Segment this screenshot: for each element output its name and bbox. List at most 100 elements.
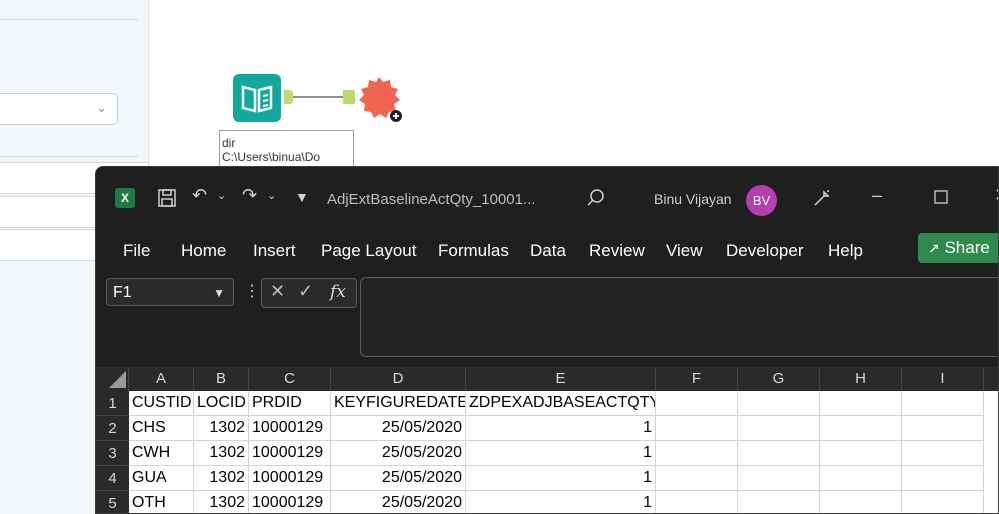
cell[interactable]: 1302 bbox=[194, 491, 249, 513]
avatar[interactable]: BV bbox=[746, 185, 777, 216]
redo-icon[interactable]: ↷ bbox=[242, 185, 257, 206]
cell[interactable] bbox=[820, 391, 902, 416]
cell[interactable]: CWH bbox=[129, 441, 194, 466]
cell[interactable] bbox=[738, 441, 820, 466]
cell[interactable] bbox=[738, 391, 820, 416]
search-icon[interactable] bbox=[586, 188, 606, 213]
cancel-icon[interactable]: ✕ bbox=[270, 281, 285, 302]
cell[interactable] bbox=[902, 441, 984, 466]
cell[interactable]: CUSTID bbox=[129, 391, 194, 416]
column-header[interactable]: I bbox=[902, 367, 984, 391]
undo-icon[interactable]: ↶ bbox=[192, 185, 207, 206]
column-header[interactable]: G bbox=[738, 367, 820, 391]
check-icon[interactable]: ✓ bbox=[298, 281, 313, 302]
column-header[interactable]: A bbox=[129, 367, 194, 391]
tab-developer[interactable]: Developer bbox=[726, 241, 804, 261]
row-header[interactable]: 1 bbox=[96, 391, 129, 416]
tab-data[interactable]: Data bbox=[530, 241, 566, 261]
cell[interactable] bbox=[820, 466, 902, 491]
cell[interactable]: 1 bbox=[466, 491, 656, 513]
input-anchor[interactable] bbox=[343, 90, 355, 104]
row-header[interactable]: 4 bbox=[96, 466, 129, 491]
cell[interactable]: 1 bbox=[466, 441, 656, 466]
cell[interactable]: PRDID bbox=[249, 391, 331, 416]
cell[interactable]: CHS bbox=[129, 416, 194, 441]
save-icon[interactable] bbox=[157, 188, 177, 213]
directory-tool-icon[interactable] bbox=[233, 74, 281, 122]
more-options-icon[interactable]: ⋮ bbox=[244, 281, 260, 301]
row-header[interactable]: 2 bbox=[96, 416, 129, 441]
cell[interactable]: 1302 bbox=[194, 416, 249, 441]
cell[interactable]: 10000129 bbox=[249, 491, 331, 513]
cell[interactable] bbox=[902, 416, 984, 441]
cell[interactable] bbox=[820, 491, 902, 513]
cell[interactable] bbox=[656, 391, 738, 416]
excel-window: X ↶ ⌄ ↷ ⌄ ▼ AdjExtBaselineActQty_10001..… bbox=[95, 166, 999, 514]
row-header[interactable]: 3 bbox=[96, 441, 129, 466]
minimize-icon[interactable]: – bbox=[872, 185, 882, 206]
column-header[interactable]: B bbox=[194, 367, 249, 391]
select-all-corner[interactable] bbox=[96, 367, 129, 391]
cell[interactable]: 10000129 bbox=[249, 466, 331, 491]
cell[interactable]: 25/05/2020 bbox=[331, 466, 466, 491]
cell[interactable]: ZDPEXADJBASEACTQTY bbox=[466, 391, 656, 416]
cell[interactable] bbox=[902, 466, 984, 491]
cell[interactable]: 1302 bbox=[194, 441, 249, 466]
cell[interactable] bbox=[656, 416, 738, 441]
cell[interactable]: OTH bbox=[129, 491, 194, 513]
cell[interactable]: 10000129 bbox=[249, 441, 331, 466]
cell[interactable] bbox=[738, 466, 820, 491]
close-icon[interactable]: ✕ bbox=[994, 185, 998, 206]
cell[interactable]: 1 bbox=[466, 466, 656, 491]
tab-insert[interactable]: Insert bbox=[253, 241, 296, 261]
designer-icon[interactable] bbox=[812, 188, 832, 213]
tab-file[interactable]: File bbox=[123, 241, 150, 261]
user-name[interactable]: Binu Vijayan bbox=[654, 191, 732, 207]
cell[interactable]: LOCID bbox=[194, 391, 249, 416]
cell[interactable]: 10000129 bbox=[249, 416, 331, 441]
chevron-down-icon[interactable]: ▼ bbox=[213, 279, 225, 307]
cell[interactable] bbox=[902, 491, 984, 513]
column-header[interactable]: E bbox=[466, 367, 656, 391]
cell[interactable]: 1302 bbox=[194, 466, 249, 491]
share-button[interactable]: ↗ Share bbox=[918, 233, 998, 263]
config-dropdown[interactable]: ⌄ bbox=[0, 93, 118, 125]
cell[interactable] bbox=[656, 466, 738, 491]
tab-home[interactable]: Home bbox=[181, 241, 226, 261]
column-header[interactable]: F bbox=[656, 367, 738, 391]
cell[interactable]: 25/05/2020 bbox=[331, 491, 466, 513]
tab-help[interactable]: Help bbox=[828, 241, 863, 261]
cell[interactable] bbox=[656, 441, 738, 466]
maximize-icon[interactable] bbox=[934, 188, 948, 209]
chevron-down-icon[interactable]: ⌄ bbox=[267, 189, 276, 202]
cell[interactable] bbox=[738, 491, 820, 513]
output-anchor[interactable] bbox=[284, 90, 293, 104]
row-header[interactable]: 5 bbox=[96, 491, 129, 513]
cell[interactable]: 1 bbox=[466, 416, 656, 441]
formula-input[interactable] bbox=[360, 277, 998, 357]
cell[interactable]: 25/05/2020 bbox=[331, 441, 466, 466]
tab-page-layout[interactable]: Page Layout bbox=[321, 241, 416, 261]
cell[interactable] bbox=[738, 416, 820, 441]
tab-view[interactable]: View bbox=[666, 241, 703, 261]
cell[interactable]: KEYFIGUREDATE bbox=[331, 391, 466, 416]
chevron-down-icon[interactable]: ⌄ bbox=[217, 189, 226, 202]
cell[interactable] bbox=[820, 441, 902, 466]
insert-function-button[interactable]: fx bbox=[330, 282, 346, 302]
document-title: AdjExtBaselineActQty_10001... bbox=[327, 191, 536, 208]
column-header[interactable]: C bbox=[249, 367, 331, 391]
name-box[interactable]: F1 ▼ bbox=[106, 278, 234, 306]
column-header[interactable]: D bbox=[331, 367, 466, 391]
cell[interactable] bbox=[820, 416, 902, 441]
cell[interactable]: GUA bbox=[129, 466, 194, 491]
column-header[interactable]: H bbox=[820, 367, 902, 391]
tab-review[interactable]: Review bbox=[589, 241, 645, 261]
cell[interactable]: 25/05/2020 bbox=[331, 416, 466, 441]
annotation-line: C:\Users\binua\Do bbox=[222, 150, 321, 164]
customize-toolbar-icon[interactable]: ▼ bbox=[295, 189, 309, 205]
tab-formulas[interactable]: Formulas bbox=[438, 241, 509, 261]
cell[interactable] bbox=[656, 491, 738, 513]
browse-tool-icon[interactable] bbox=[355, 74, 403, 122]
cell[interactable] bbox=[902, 391, 984, 416]
panel-divider bbox=[0, 19, 138, 20]
